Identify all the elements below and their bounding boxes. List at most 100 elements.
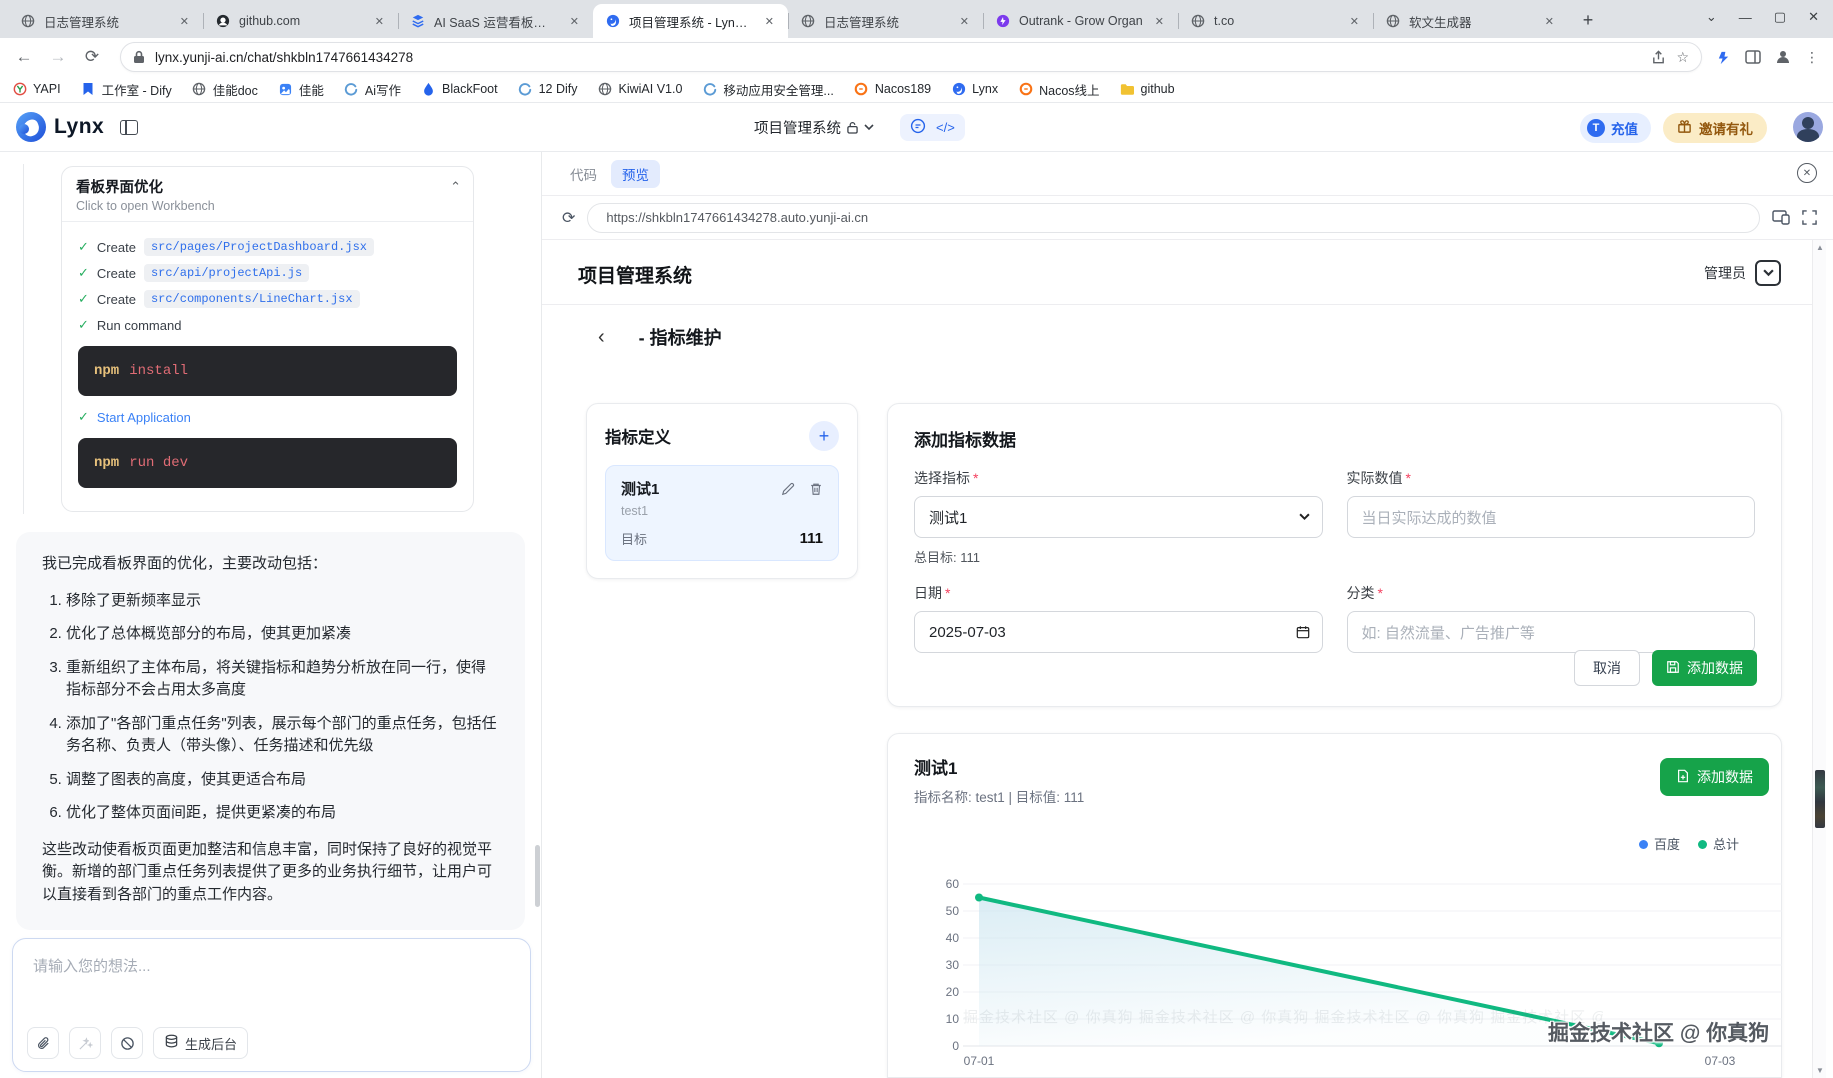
browser-tab[interactable]: 项目管理系统 - Lynx-智 ✕ xyxy=(593,4,788,38)
scroll-down-icon[interactable]: ▼ xyxy=(1813,1066,1827,1075)
bookmark-star-icon[interactable]: ☆ xyxy=(1676,49,1689,66)
edit-pencil-icon[interactable] xyxy=(781,482,795,496)
bookmark-item[interactable]: 工作室 - Dify xyxy=(81,80,172,99)
fullscreen-icon[interactable] xyxy=(1802,210,1817,225)
preview-refresh-icon[interactable]: ⟳ xyxy=(562,208,575,228)
browser-tab[interactable]: Outrank - Grow Organ ✕ xyxy=(983,4,1178,38)
globe-icon xyxy=(192,82,207,97)
bookmark-item[interactable]: Lynx xyxy=(951,82,998,97)
bookmark-item[interactable]: Nacos189 xyxy=(854,82,931,97)
add-metric-button[interactable]: + xyxy=(809,421,839,451)
browser-tab[interactable]: 日志管理系统 ✕ xyxy=(8,4,203,38)
disable-draw-button[interactable] xyxy=(111,1027,143,1059)
file-chip[interactable]: src/components/LineChart.jsx xyxy=(143,290,360,308)
legend-item[interactable]: 总计 xyxy=(1697,834,1739,853)
tab-close-icon[interactable]: ✕ xyxy=(761,13,778,30)
browser-tab[interactable]: 日志管理系统 ✕ xyxy=(788,4,983,38)
bookmark-item[interactable]: Ai写作 xyxy=(344,80,401,99)
message-bubble-icon[interactable] xyxy=(910,118,926,137)
code-icon[interactable]: </> xyxy=(936,120,955,135)
bookmark-item[interactable]: 佳能doc xyxy=(192,80,258,99)
bookmark-item[interactable]: 移动应用安全管理... xyxy=(702,80,834,99)
address-bar[interactable]: lynx.yunji-ai.cn/chat/shkbln174766143427… xyxy=(120,42,1702,72)
magic-wand-button[interactable] xyxy=(69,1027,101,1059)
browser-tab[interactable]: 软文生成器 ✕ xyxy=(1373,4,1568,38)
profile-icon[interactable] xyxy=(1775,49,1791,65)
collapse-chevron-icon[interactable]: ⌃ xyxy=(450,179,461,195)
project-title-group[interactable]: 项目管理系统 xyxy=(754,117,874,138)
metric-card-title: 指标定义 xyxy=(605,429,671,447)
browser-tab[interactable]: github.com ✕ xyxy=(203,4,398,38)
preview-scrollbar[interactable]: ▲ ▼ xyxy=(1812,240,1826,1078)
tab-close-icon[interactable]: ✕ xyxy=(956,13,973,30)
tab-close-icon[interactable]: ✕ xyxy=(1541,13,1558,30)
tab-code[interactable]: 代码 xyxy=(570,164,597,184)
calendar-icon[interactable] xyxy=(1296,625,1310,639)
legend-item[interactable]: 百度 xyxy=(1638,834,1680,853)
submit-add-data-button[interactable]: 添加数据 xyxy=(1652,650,1757,686)
tab-search-icon[interactable]: ⌄ xyxy=(1706,9,1717,25)
minimize-button[interactable]: — xyxy=(1739,10,1752,25)
generate-backend-button[interactable]: 生成后台 xyxy=(153,1027,249,1059)
tab-close-icon[interactable]: ✕ xyxy=(1151,13,1168,30)
chat-scrollbar-thumb[interactable] xyxy=(535,845,540,907)
preview-url-input[interactable]: https://shkbln1747661434278.auto.yunji-a… xyxy=(587,202,1760,233)
extension-icon[interactable] xyxy=(1716,50,1731,65)
workbench-card-header[interactable]: 看板界面优化 Click to open Workbench ⌃ xyxy=(62,167,473,222)
delete-trash-icon[interactable] xyxy=(809,482,823,496)
close-preview-icon[interactable]: ✕ xyxy=(1797,163,1817,183)
bookmark-item[interactable]: Nacos线上 xyxy=(1018,80,1100,99)
recharge-button[interactable]: T 充值 xyxy=(1580,113,1651,143)
invite-button[interactable]: 邀请有礼 xyxy=(1663,113,1767,143)
back-chevron-icon[interactable]: ‹ xyxy=(598,326,605,349)
metric-select[interactable]: 测试1 xyxy=(914,496,1323,538)
sidebar-toggle-icon[interactable] xyxy=(120,119,139,135)
tab-close-icon[interactable]: ✕ xyxy=(176,13,193,30)
category-input[interactable]: 如: 自然流量、广告推广等 xyxy=(1346,611,1755,653)
tab-preview[interactable]: 预览 xyxy=(611,159,660,188)
tab-close-icon[interactable]: ✕ xyxy=(371,13,388,30)
tab-close-icon[interactable]: ✕ xyxy=(1346,13,1363,30)
tab-title: github.com xyxy=(239,14,301,28)
tab-close-icon[interactable]: ✕ xyxy=(566,13,583,30)
scrollbar-thumb[interactable] xyxy=(1815,770,1825,828)
sidepanel-icon[interactable] xyxy=(1745,50,1761,64)
back-icon[interactable]: ← xyxy=(10,43,38,71)
refresh-icon[interactable]: ⟳ xyxy=(78,43,106,71)
user-avatar[interactable] xyxy=(1793,112,1823,142)
chat-input-box[interactable]: 请输入您的想法... 生成后台 xyxy=(12,938,531,1072)
menu-dots-icon[interactable]: ⋮ xyxy=(1805,49,1819,66)
chart-add-data-button[interactable]: 添加数据 xyxy=(1660,758,1769,796)
bookmark-item[interactable]: 12 Dify xyxy=(518,82,578,97)
role-dropdown-icon[interactable] xyxy=(1755,260,1781,286)
browser-tab[interactable]: t.co ✕ xyxy=(1178,4,1373,38)
share-icon[interactable] xyxy=(1651,49,1666,65)
bookmark-item[interactable]: YAPI xyxy=(12,82,61,97)
attach-button[interactable] xyxy=(27,1027,59,1059)
bookmark-item[interactable]: KiwiAI V1.0 xyxy=(598,82,682,97)
chart-section-subtitle: 指标名称: test1 | 目标值: 111 xyxy=(914,790,1085,805)
svg-text:07-01: 07-01 xyxy=(964,1054,995,1068)
maximize-button[interactable]: ▢ xyxy=(1774,9,1786,25)
preview-app: 项目管理系统 管理员 ‹ - 指标维护 指标定义 + 测试1 test1 目标 … xyxy=(542,240,1813,1078)
forward-icon[interactable]: → xyxy=(44,43,72,71)
file-chip[interactable]: src/api/projectApi.js xyxy=(143,264,310,282)
svg-text:50: 50 xyxy=(946,904,960,918)
actual-value-input[interactable]: 当日实际达成的数值 xyxy=(1346,496,1755,538)
scroll-up-icon[interactable]: ▲ xyxy=(1813,243,1827,252)
browser-tab[interactable]: AI SaaS 运营看板系统 ✕ xyxy=(398,4,593,38)
metric-item[interactable]: 测试1 test1 目标 111 xyxy=(605,465,839,561)
generate-backend-label: 生成后台 xyxy=(185,1036,238,1052)
file-chip[interactable]: src/pages/ProjectDashboard.jsx xyxy=(143,238,374,256)
workbench-card[interactable]: 看板界面优化 Click to open Workbench ⌃ ✓ Create… xyxy=(61,166,474,512)
cancel-button[interactable]: 取消 xyxy=(1574,650,1640,686)
bookmark-item[interactable]: 佳能 xyxy=(278,80,324,99)
bookmark-item[interactable]: github xyxy=(1120,82,1175,97)
new-tab-button[interactable]: + xyxy=(1574,6,1602,34)
device-toggle-icon[interactable] xyxy=(1772,210,1790,225)
start-application-label[interactable]: Start Application xyxy=(97,410,191,425)
date-input[interactable]: 2025-07-03 xyxy=(914,611,1323,653)
close-window-button[interactable]: ✕ xyxy=(1808,9,1819,25)
bookmark-item[interactable]: BlackFoot xyxy=(421,82,498,97)
role-group[interactable]: 管理员 xyxy=(1704,260,1781,286)
